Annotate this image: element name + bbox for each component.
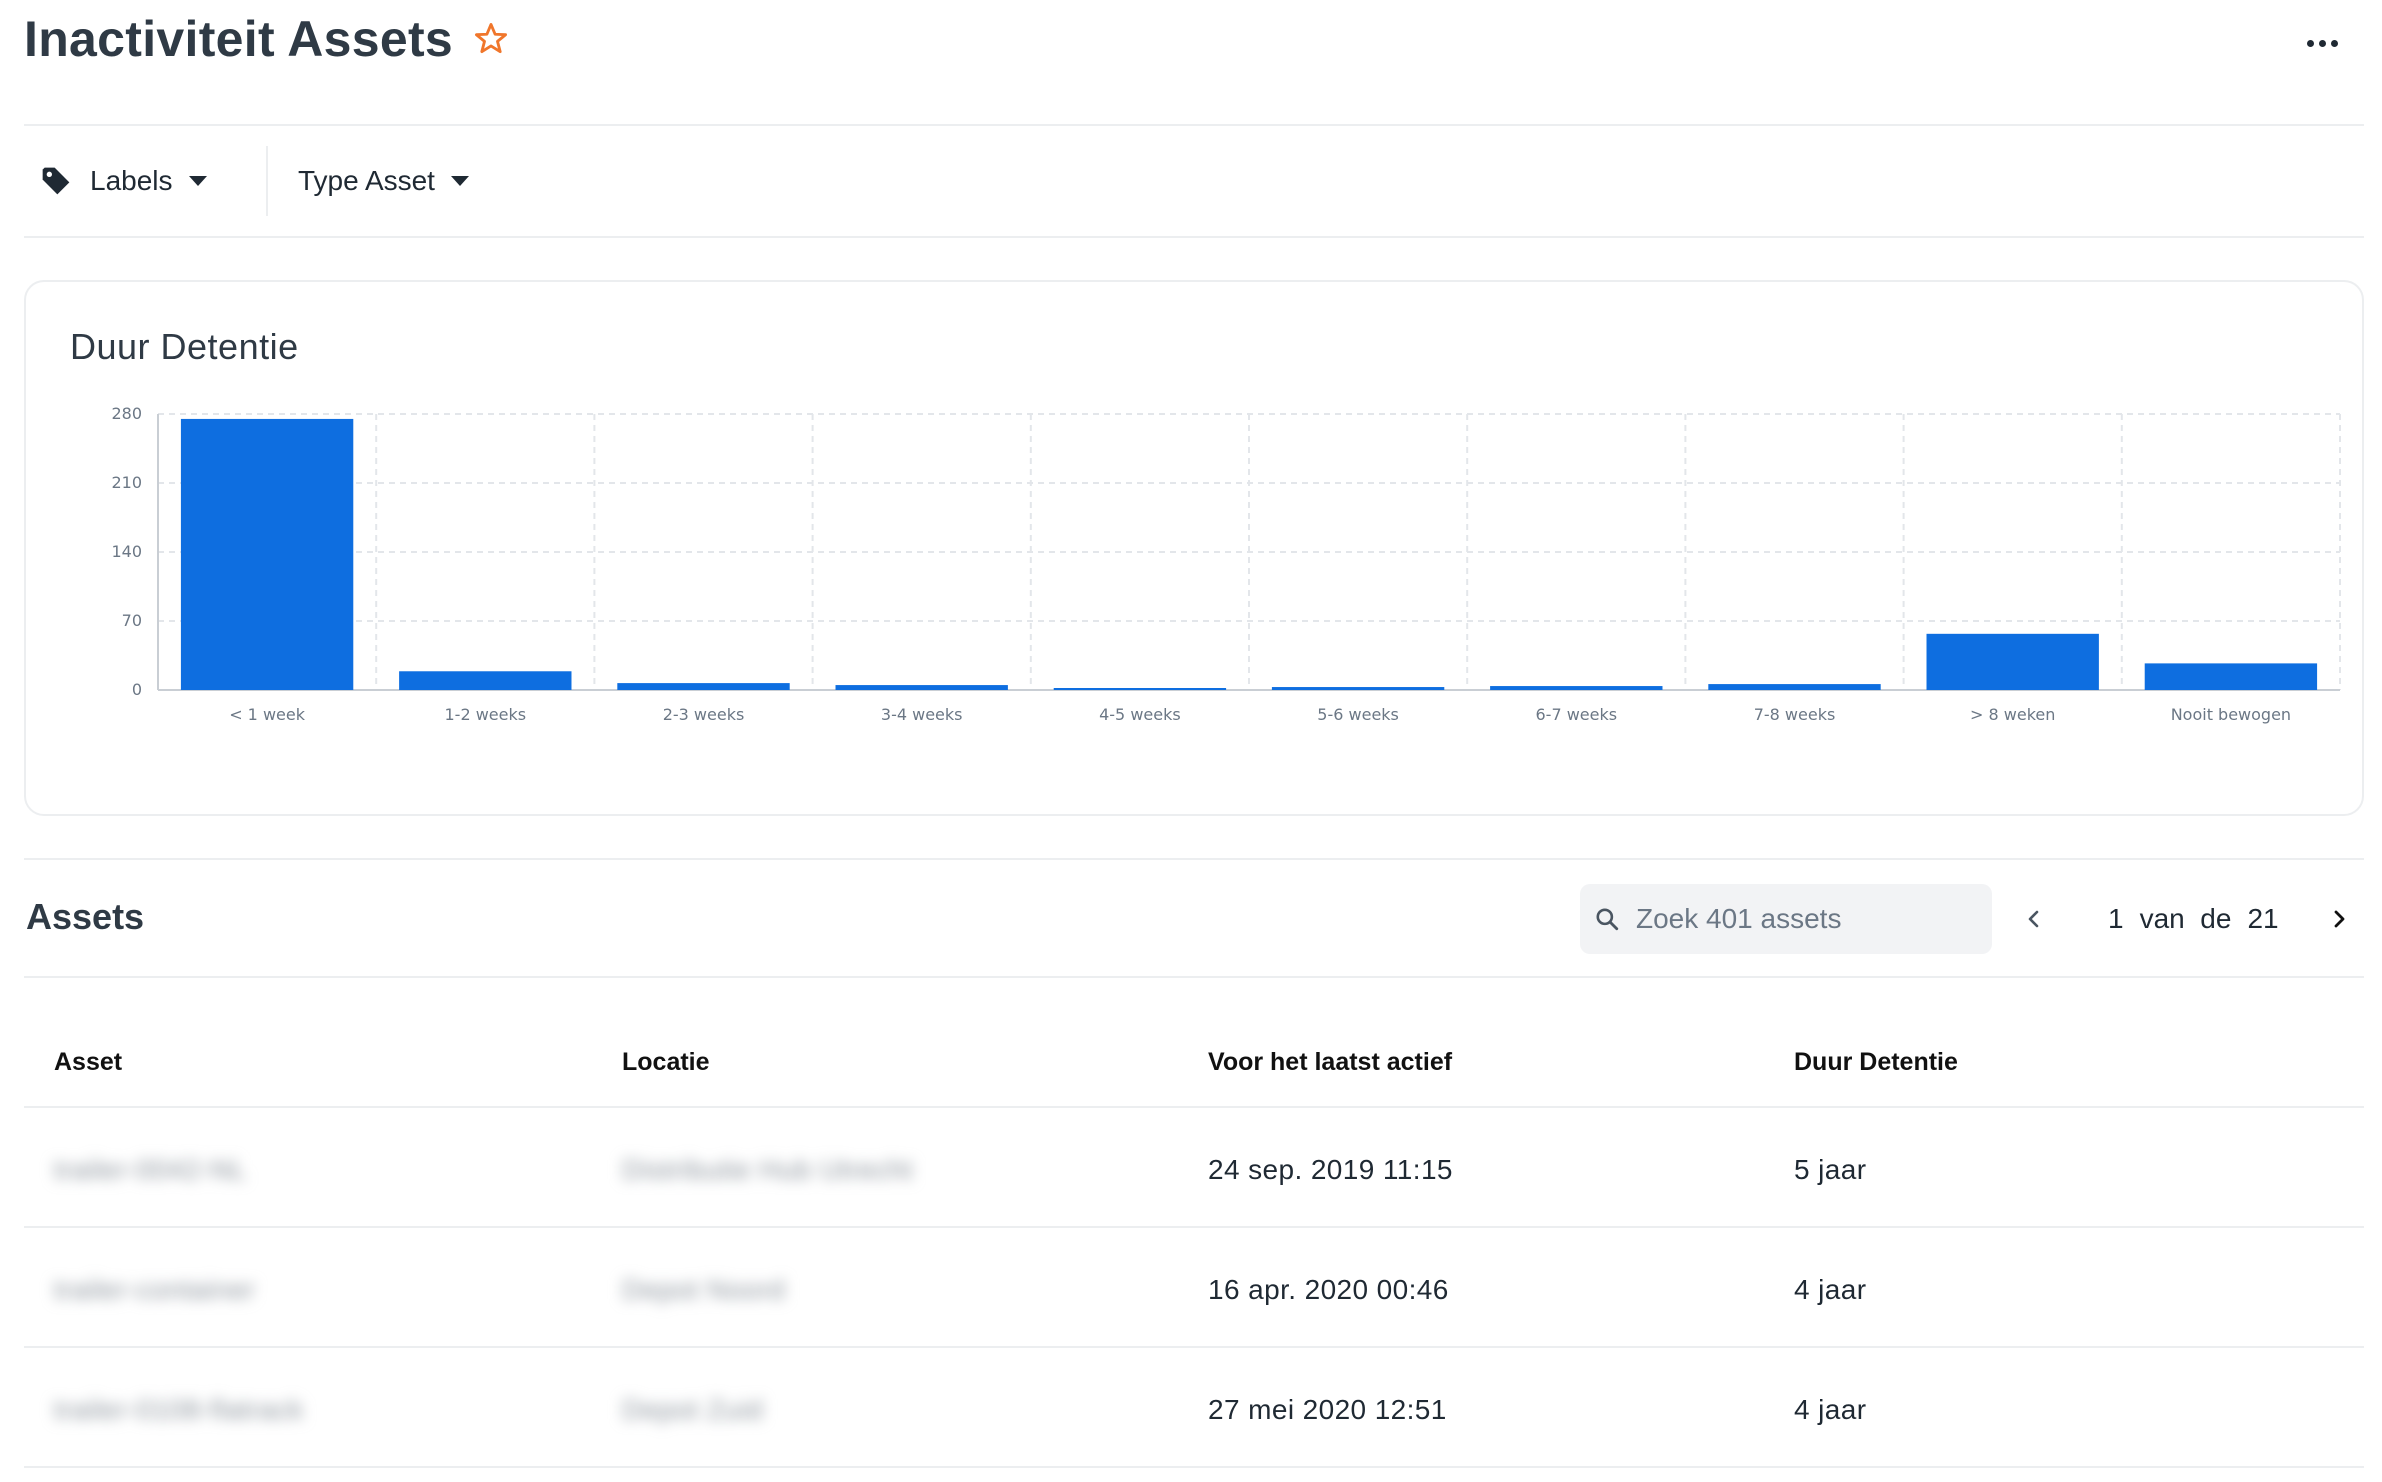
column-header-last-active[interactable]: Voor het laatst actief [1208, 1048, 1452, 1077]
asset-search-input[interactable] [1634, 902, 1968, 936]
page: Inactiviteit Assets Labels Type Asset Du… [0, 0, 2382, 1482]
search-icon [1596, 908, 1619, 931]
table-row[interactable]: trailer-0042-NL Distributie Hub Utrecht … [24, 1108, 2364, 1228]
type-asset-filter-dropdown[interactable]: Type Asset [298, 126, 469, 236]
detention-duration: 5 jaar [1794, 1154, 1867, 1185]
asset-location: Distributie Hub Utrecht [622, 1154, 913, 1185]
filter-bar: Labels Type Asset [24, 126, 2364, 238]
y-tick-label: 0 [132, 680, 142, 699]
asset-search-box[interactable] [1580, 884, 1992, 954]
x-tick-label: > 8 weken [1970, 705, 2055, 724]
bar [2144, 663, 2318, 690]
caret-down-icon [188, 176, 207, 186]
assets-table: Asset Locatie Voor het laatst actief Duu… [24, 1000, 2364, 1468]
x-tick-label: 7-8 weeks [1754, 705, 1836, 724]
caret-down-icon [450, 176, 469, 186]
asset-name[interactable]: trailer-0108-flatrack [54, 1394, 304, 1426]
bar [180, 418, 354, 690]
x-tick-label: 6-7 weeks [1536, 705, 1618, 724]
chevron-left-icon [2028, 910, 2039, 928]
labels-filter-label: Labels [90, 165, 173, 196]
duration-bar-chart: 0 70 140 210 280 < 1 week 1-2 weeks 2-3 weeks 3-… [111, 404, 2341, 724]
x-tick-label: 5-6 weeks [1317, 705, 1399, 724]
table-row[interactable]: trailer-container Depot Noord 16 apr. 20… [24, 1228, 2364, 1348]
page-of-label: van de [2139, 903, 2232, 934]
asset-location: Depot Noord [622, 1274, 786, 1305]
y-tick-label: 280 [111, 404, 142, 423]
pagination: 1 van de 21 [2014, 884, 2359, 954]
tag-icon [42, 167, 70, 195]
table-header: Asset Locatie Voor het laatst actief Duu… [24, 1000, 2364, 1108]
x-tick-label: 1-2 weeks [445, 705, 527, 724]
y-tick-label: 70 [122, 611, 142, 630]
chevron-right-icon [2334, 910, 2344, 928]
y-tick-label: 210 [111, 473, 142, 492]
last-active: 24 sep. 2019 11:15 [1208, 1154, 1453, 1185]
detention-duration: 4 jaar [1794, 1274, 1867, 1305]
star-outline-icon[interactable] [472, 20, 510, 58]
page-title: Inactiviteit Assets [24, 11, 454, 67]
type-asset-filter-label: Type Asset [298, 165, 435, 196]
current-page: 1 [2108, 903, 2124, 934]
labels-filter-dropdown[interactable]: Labels [40, 126, 207, 236]
asset-name[interactable]: trailer-0042-NL [54, 1154, 247, 1186]
x-tick-label: Nooit bewogen [2171, 705, 2291, 724]
next-page-button[interactable] [2319, 899, 2359, 939]
total-pages: 21 [2247, 903, 2279, 934]
last-active: 27 mei 2020 12:51 [1208, 1394, 1447, 1425]
column-header-asset[interactable]: Asset [54, 1048, 122, 1077]
bar [835, 685, 1008, 690]
assets-section-header: Assets 1 van de 21 [24, 858, 2364, 978]
duration-chart-card: Duur Detentie 0 70 140 210 280 < 1 week 1-2 we… [24, 280, 2364, 816]
x-tick-label: 3-4 weeks [881, 705, 963, 724]
bar [1708, 684, 1881, 690]
y-tick-label: 140 [111, 542, 142, 561]
detention-duration: 4 jaar [1794, 1394, 1867, 1425]
bar [1271, 687, 1445, 690]
bar [1926, 633, 2099, 690]
last-active: 16 apr. 2020 00:46 [1208, 1274, 1449, 1305]
bar [617, 683, 790, 690]
bar [399, 671, 572, 690]
x-tick-label: < 1 week [229, 705, 306, 724]
x-tick-label: 4-5 weeks [1099, 705, 1181, 724]
previous-page-button[interactable] [2014, 899, 2054, 939]
bar [1053, 688, 1227, 690]
column-header-locatie[interactable]: Locatie [622, 1048, 710, 1077]
asset-name[interactable]: trailer-container [54, 1274, 255, 1306]
chart-title: Duur Detentie [70, 326, 299, 367]
assets-title: Assets [26, 896, 145, 937]
asset-location: Depot Zuid [622, 1394, 763, 1425]
page-header: Inactiviteit Assets [24, 0, 2364, 126]
more-horizontal-icon[interactable] [2302, 28, 2342, 58]
column-header-duration[interactable]: Duur Detentie [1794, 1048, 1958, 1077]
filter-divider [266, 146, 268, 216]
x-tick-label: 2-3 weeks [663, 705, 745, 724]
table-row[interactable]: trailer-0108-flatrack Depot Zuid 27 mei … [24, 1348, 2364, 1468]
bar [1490, 686, 1663, 690]
